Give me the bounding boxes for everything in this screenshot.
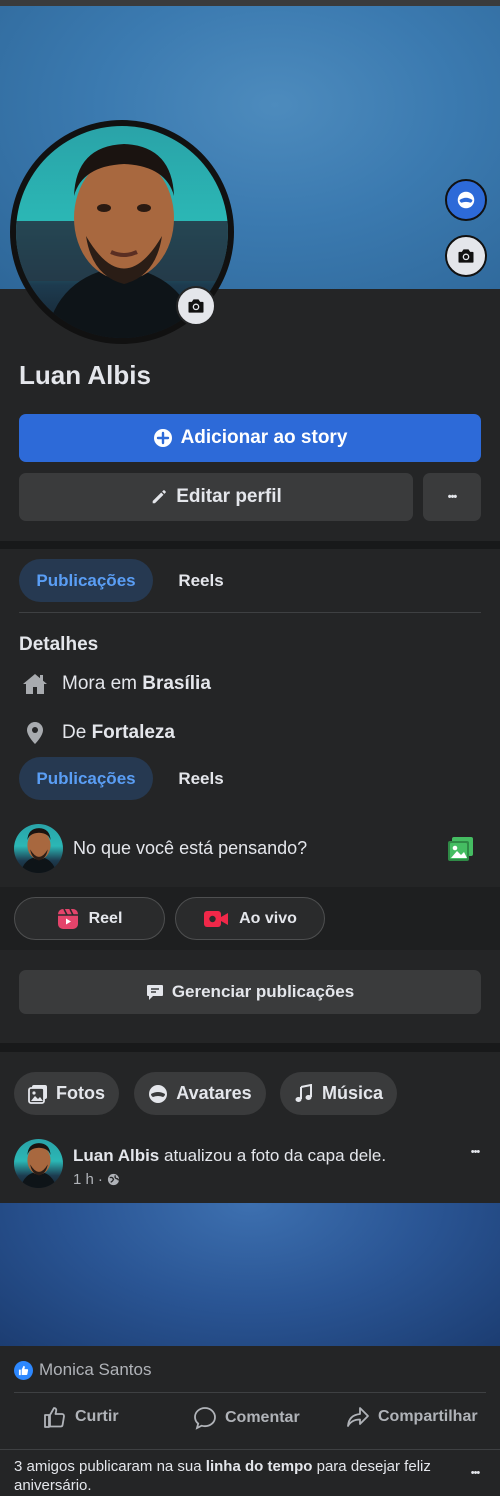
music-label: Música (321, 1083, 384, 1103)
tab-publicacoes-secondary[interactable]: Publicações (19, 757, 153, 800)
avatar-image (20, 828, 57, 873)
more-dots-icon: ••• (470, 1146, 481, 1158)
post-options-button[interactable]: ••• (460, 1142, 490, 1162)
avatars-chip[interactable]: Avatares (134, 1072, 266, 1115)
details-title: Detalhes (19, 634, 99, 655)
reactor-name: Monica Santos (39, 1360, 152, 1379)
live-video-icon (204, 910, 229, 927)
post-meta: 1 h · (73, 1171, 120, 1188)
post-author[interactable]: Luan Albis (73, 1146, 159, 1165)
notice-options-button[interactable]: ••• (460, 1463, 490, 1483)
photos-label: Fotos (56, 1083, 105, 1103)
share-arrow-icon (347, 1407, 369, 1427)
notice-text-part: 3 amigos publicaram na sua (14, 1458, 202, 1475)
post-action-text: atualizou a foto da capa dele. (164, 1146, 387, 1165)
composer-input[interactable]: No que você está pensando? (73, 838, 307, 859)
plus-circle-icon (153, 429, 172, 447)
manage-posts-label: Gerenciar publicações (171, 982, 355, 1001)
edit-cover-button[interactable] (445, 235, 487, 277)
comment-bubble-icon (194, 1407, 216, 1430)
detail-lives-in: Mora em Brasília (22, 672, 211, 696)
reel-icon (57, 908, 78, 929)
comment-button[interactable]: Comentar (193, 1406, 300, 1430)
post-header: Luan Albis atualizou a foto da capa dele… (73, 1146, 386, 1166)
avatars-label: Avatares (176, 1083, 252, 1103)
music-note-icon (295, 1083, 312, 1102)
photo-icon (448, 837, 473, 861)
more-dots-icon: ••• (470, 1467, 481, 1479)
photos-chip[interactable]: Fotos (14, 1072, 119, 1115)
from-prefix: De (62, 722, 87, 743)
avatar-face-icon (149, 1084, 168, 1103)
share-button[interactable]: Compartilhar (346, 1406, 478, 1428)
reel-label: Reel (88, 909, 123, 927)
add-to-story-label: Adicionar ao story (180, 427, 348, 448)
reel-button[interactable]: Reel (14, 897, 165, 940)
home-icon (23, 674, 47, 694)
edit-profile-button[interactable]: Editar perfil (19, 473, 413, 521)
manage-posts-button[interactable]: Gerenciar publicações (19, 970, 481, 1014)
photo-upload-button[interactable] (447, 836, 474, 862)
music-chip[interactable]: Música (280, 1072, 397, 1115)
location-pin-icon (27, 722, 43, 744)
post-cover-image[interactable] (0, 1203, 500, 1346)
like-reaction-icon (14, 1360, 33, 1380)
tab-reels-secondary[interactable]: Reels (160, 757, 242, 800)
like-button[interactable]: Curtir (43, 1406, 119, 1428)
timeline-link[interactable]: linha do tempo (206, 1458, 313, 1475)
camera-icon (188, 299, 204, 313)
post-author-avatar[interactable] (14, 1139, 63, 1188)
divider (19, 612, 481, 613)
avatar-button[interactable] (445, 179, 487, 221)
detail-from: De Fortaleza (22, 720, 175, 746)
live-button[interactable]: Ao vivo (175, 897, 325, 940)
profile-name: Luan Albis (19, 360, 151, 390)
more-options-button[interactable]: ••• (423, 473, 481, 521)
thumbs-up-icon (44, 1407, 65, 1428)
tab-reels[interactable]: Reels (160, 559, 242, 602)
meta-separator: · (97, 1171, 103, 1188)
add-to-story-button[interactable]: Adicionar ao story (19, 414, 481, 462)
divider (14, 1392, 486, 1393)
edit-profile-label: Editar perfil (176, 486, 282, 507)
lives-in-prefix: Mora em (62, 673, 137, 694)
lives-in-city[interactable]: Brasília (142, 673, 211, 694)
avatar-icon (457, 191, 475, 209)
tab-publicacoes[interactable]: Publicações (19, 559, 153, 602)
share-label: Compartilhar (378, 1408, 478, 1425)
camera-icon (458, 249, 474, 263)
edit-profile-picture-button[interactable] (176, 286, 216, 326)
like-label: Curtir (75, 1408, 119, 1425)
from-city[interactable]: Fortaleza (92, 722, 175, 743)
post-reactions[interactable]: Monica Santos (14, 1360, 151, 1380)
composer-avatar[interactable] (14, 824, 63, 873)
message-icon (146, 985, 163, 1000)
post-time[interactable]: 1 h (73, 1171, 94, 1188)
more-dots-icon: ••• (447, 491, 458, 503)
pencil-icon (152, 490, 167, 504)
comment-label: Comentar (225, 1409, 300, 1426)
globe-icon (107, 1173, 120, 1186)
avatar-image (20, 1143, 57, 1188)
birthday-notice-text: 3 amigos publicaram na sua linha do temp… (14, 1457, 434, 1495)
live-label: Ao vivo (239, 909, 297, 927)
photos-icon (28, 1084, 47, 1104)
